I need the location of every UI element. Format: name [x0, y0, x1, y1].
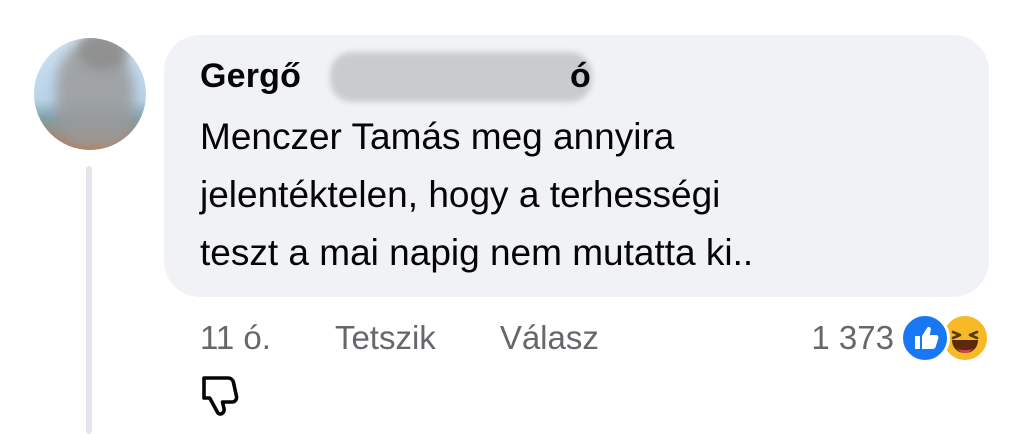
author-name-end[interactable]: ó [570, 54, 591, 98]
thumbs-down-icon[interactable] [196, 372, 242, 418]
like-button[interactable]: Tetszik [335, 319, 436, 357]
like-icon [900, 313, 950, 363]
comment-text: Menczer Tamás meg annyira jelentéktelen,… [200, 116, 754, 273]
avatar[interactable] [34, 38, 146, 150]
thread-line [86, 166, 92, 434]
author-name-redaction [330, 52, 592, 102]
reaction-count[interactable]: 1 373 [811, 319, 894, 357]
comment-timestamp[interactable]: 11 ó. [200, 319, 271, 357]
comment-author[interactable]: Gergő [200, 54, 301, 98]
reply-button[interactable]: Válasz [500, 319, 599, 357]
comment-actions: 11 ó. Tetszik Válasz [200, 313, 599, 363]
author-name-start[interactable]: Gergő [200, 57, 301, 95]
reaction-summary[interactable]: 1 373 [811, 310, 990, 366]
